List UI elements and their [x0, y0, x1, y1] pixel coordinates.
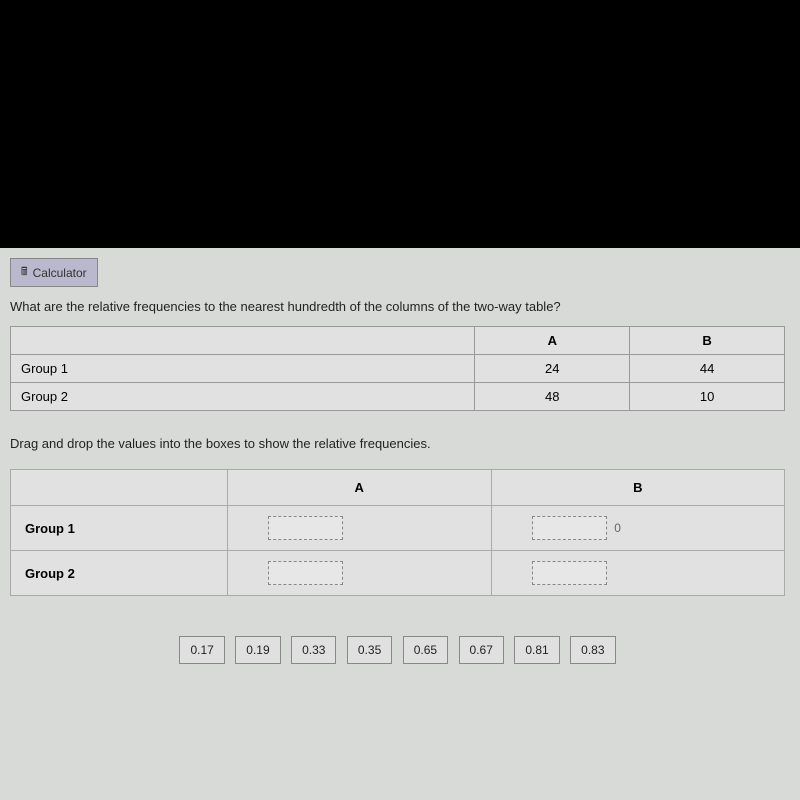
- table-header-row: A B: [11, 327, 785, 355]
- table-row: Group 2 48 10: [11, 383, 785, 411]
- header-col-b: B: [630, 327, 785, 355]
- answer-header-b: B: [491, 470, 784, 506]
- answer-header-empty: [11, 470, 228, 506]
- cell-value: 10: [630, 383, 785, 411]
- cell-value: 24: [475, 355, 630, 383]
- answer-table: A B Group 1 0 Group 2: [10, 469, 785, 596]
- cell-value: 48: [475, 383, 630, 411]
- drop-target[interactable]: [268, 516, 343, 540]
- answer-row-label: Group 1: [11, 506, 228, 551]
- question-panel: 🖩 Calculator What are the relative frequ…: [0, 248, 800, 800]
- drop-cell-b2: [491, 551, 784, 596]
- drop-cell-a2: [227, 551, 491, 596]
- calculator-button[interactable]: 🖩 Calculator: [10, 258, 98, 287]
- drop-cell-b1: 0: [491, 506, 784, 551]
- answer-row: Group 2: [11, 551, 785, 596]
- value-bank: 0.17 0.19 0.33 0.35 0.65 0.67 0.81 0.83: [10, 636, 785, 664]
- drop-target[interactable]: [532, 561, 607, 585]
- table-row: Group 1 24 44: [11, 355, 785, 383]
- header-empty: [11, 327, 475, 355]
- drop-target[interactable]: [268, 561, 343, 585]
- value-tile[interactable]: 0.83: [570, 636, 615, 664]
- value-tile[interactable]: 0.65: [403, 636, 448, 664]
- row-label: Group 2: [11, 383, 475, 411]
- cell-value: 44: [630, 355, 785, 383]
- calculator-icon: 🖩: [21, 263, 28, 282]
- value-tile[interactable]: 0.33: [291, 636, 336, 664]
- drop-cell-a1: [227, 506, 491, 551]
- value-tile[interactable]: 0.67: [459, 636, 504, 664]
- data-table: A B Group 1 24 44 Group 2 48 10: [10, 326, 785, 411]
- instruction-text: Drag and drop the values into the boxes …: [10, 436, 785, 451]
- value-tile[interactable]: 0.81: [514, 636, 559, 664]
- answer-header-a: A: [227, 470, 491, 506]
- drop-target[interactable]: [532, 516, 607, 540]
- header-col-a: A: [475, 327, 630, 355]
- value-tile[interactable]: 0.17: [179, 636, 224, 664]
- answer-row: Group 1 0: [11, 506, 785, 551]
- question-text: What are the relative frequencies to the…: [10, 299, 785, 314]
- row-label: Group 1: [11, 355, 475, 383]
- zero-mark: 0: [614, 521, 621, 535]
- answer-header-row: A B: [11, 470, 785, 506]
- value-tile[interactable]: 0.35: [347, 636, 392, 664]
- calculator-label: Calculator: [33, 266, 87, 280]
- value-tile[interactable]: 0.19: [235, 636, 280, 664]
- answer-row-label: Group 2: [11, 551, 228, 596]
